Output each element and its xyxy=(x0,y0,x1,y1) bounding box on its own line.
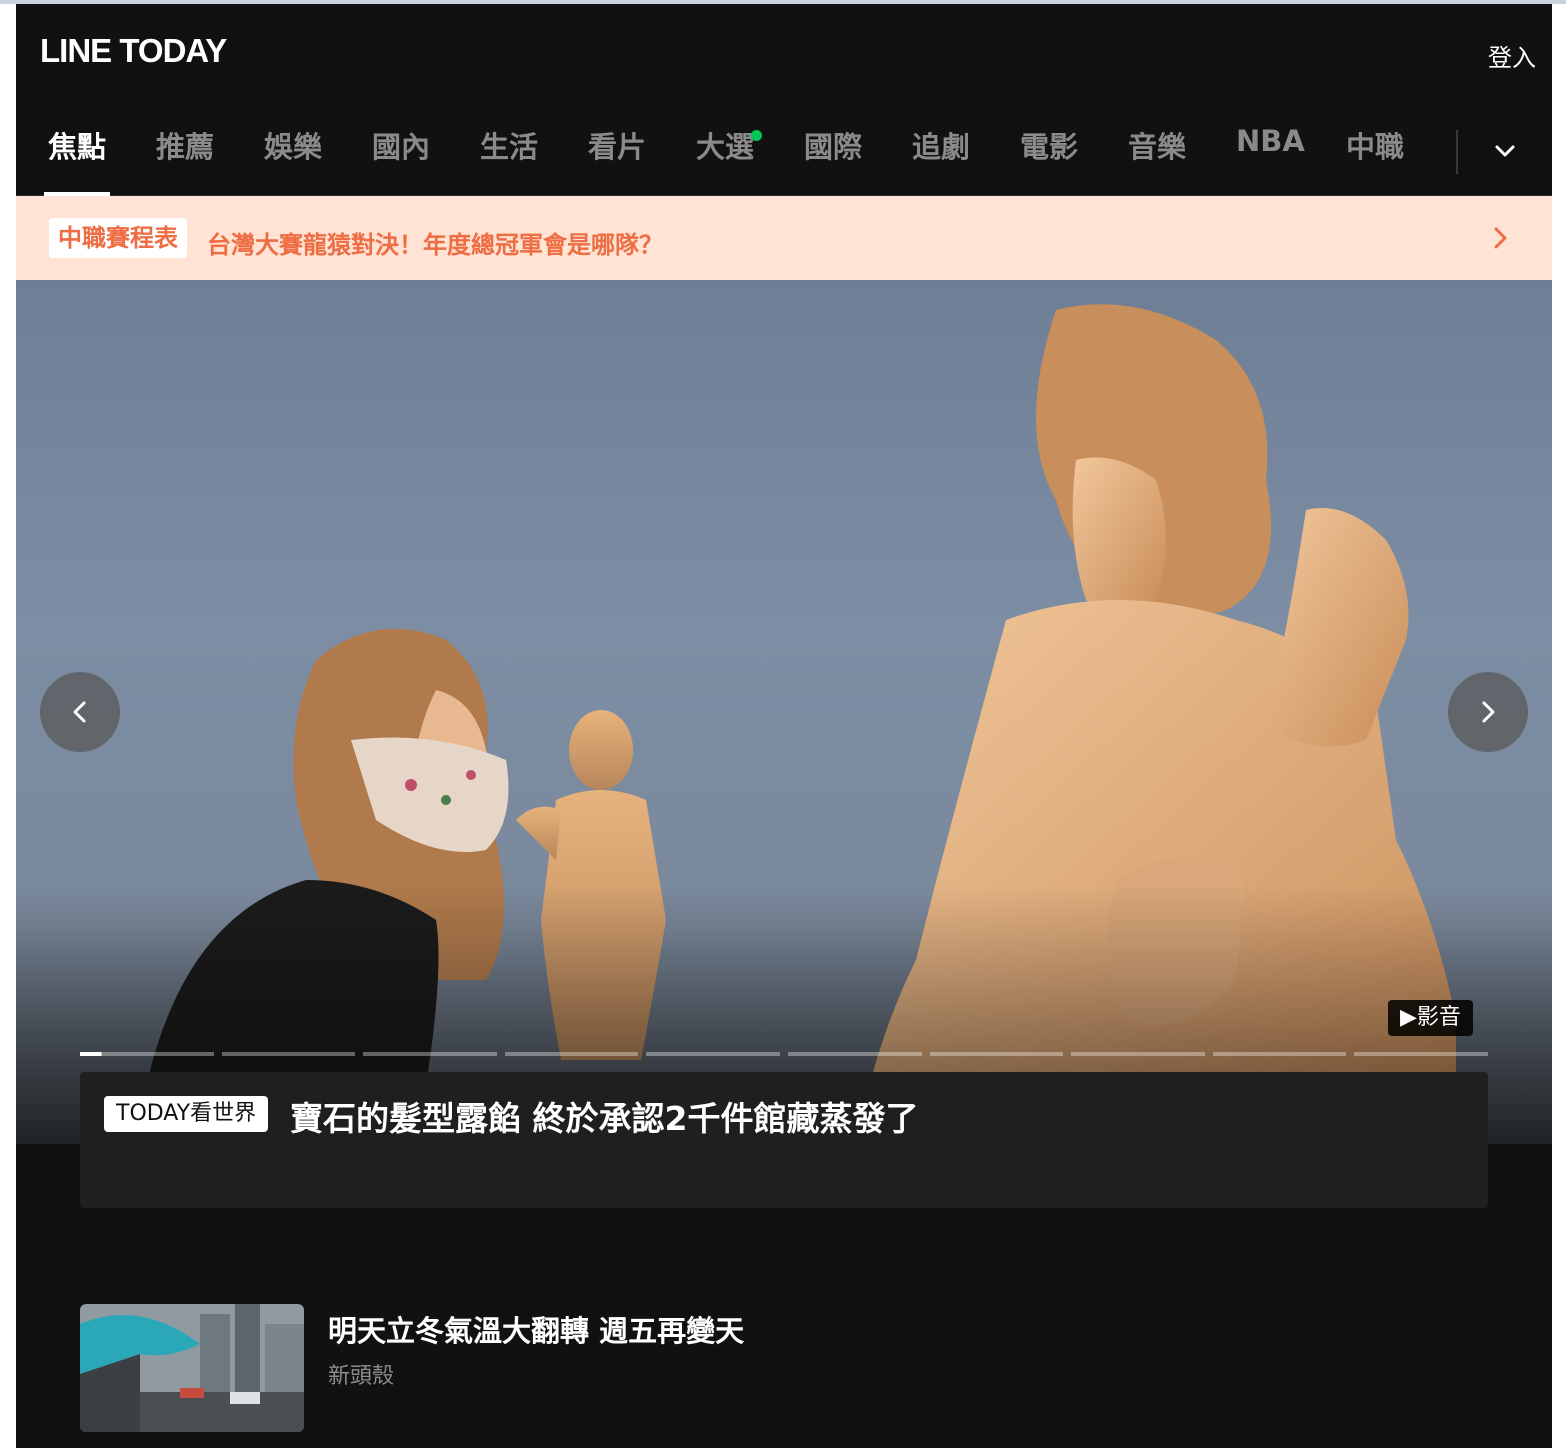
tab-movies[interactable]: 電影 xyxy=(1020,124,1078,196)
video-badge-label: 影音 xyxy=(1416,1005,1461,1030)
article-source: 新頭殼 xyxy=(328,1364,395,1389)
tab-focus[interactable]: 焦點 xyxy=(43,124,111,196)
tab-election-label: 大選 xyxy=(696,130,755,164)
line-today-logo[interactable]: LINE TODAY xyxy=(40,32,227,70)
banner-tag: 中職賽程表 xyxy=(49,218,187,258)
page: LINE TODAY 登入 焦點 推薦 娛樂 國內 生活 看片 大選 國際 追劇… xyxy=(16,4,1552,1448)
header: LINE TODAY 登入 xyxy=(16,4,1552,96)
tab-entertainment[interactable]: 娛樂 xyxy=(264,124,322,196)
page-margin-left xyxy=(0,4,16,1448)
tab-cpbl[interactable]: 中職 xyxy=(1346,124,1404,196)
tab-international[interactable]: 國際 xyxy=(804,124,862,196)
promo-banner[interactable]: 中職賽程表 台灣大賽龍猿對決！年度總冠軍會是哪隊？ xyxy=(16,196,1552,280)
tab-domestic[interactable]: 國內 xyxy=(372,124,430,196)
progress-segment[interactable] xyxy=(1071,1052,1205,1056)
tab-recommended[interactable]: 推薦 xyxy=(156,124,214,196)
hero-image xyxy=(16,280,1552,1144)
progress-segment[interactable] xyxy=(221,1052,356,1056)
article-title[interactable]: 明天立冬氣溫大翻轉 週五再變天 xyxy=(328,1308,744,1350)
headline-tag: TODAY看世界 xyxy=(104,1096,269,1132)
progress-segment[interactable] xyxy=(929,1052,1064,1056)
tab-life[interactable]: 生活 xyxy=(480,124,538,196)
new-indicator-dot xyxy=(751,130,763,141)
tab-nba[interactable]: NBA xyxy=(1236,124,1305,196)
play-icon: ▶ xyxy=(1400,1005,1417,1030)
page-margin-right xyxy=(1552,4,1566,1448)
progress-segment[interactable] xyxy=(80,1052,214,1056)
chevron-down-icon[interactable] xyxy=(1492,138,1518,164)
progress-segment[interactable] xyxy=(1212,1052,1347,1056)
progress-segment[interactable] xyxy=(1354,1052,1488,1056)
article-thumbnail-image xyxy=(80,1304,304,1432)
tab-videos[interactable]: 看片 xyxy=(588,124,646,196)
carousel-progress xyxy=(80,1052,1488,1056)
chevron-left-icon xyxy=(73,701,86,723)
tab-election[interactable]: 大選 xyxy=(696,124,763,196)
carousel-next-button[interactable] xyxy=(1448,672,1528,752)
chevron-right-icon[interactable] xyxy=(1492,226,1510,250)
progress-segment[interactable] xyxy=(646,1052,780,1056)
progress-segment[interactable] xyxy=(504,1052,639,1056)
hero-carousel[interactable]: ▶影音 xyxy=(16,280,1552,1144)
login-link[interactable]: 登入 xyxy=(1488,38,1536,73)
chevron-right-icon xyxy=(1482,701,1495,723)
category-nav: 焦點 推薦 娛樂 國內 生活 看片 大選 國際 追劇 電影 音樂 NBA 中職 xyxy=(16,96,1552,196)
banner-text: 台灣大賽龍猿對決！年度總冠軍會是哪隊？ xyxy=(207,231,663,259)
article-thumbnail[interactable] xyxy=(80,1304,304,1432)
headline-card[interactable]: TODAY看世界 寶石的髮型露餡 終於承認2千件館藏蒸發了 xyxy=(80,1072,1488,1208)
progress-segment[interactable] xyxy=(363,1052,497,1056)
nav-divider xyxy=(1456,130,1458,174)
carousel-prev-button[interactable] xyxy=(40,672,120,752)
progress-segment[interactable] xyxy=(787,1052,922,1056)
headline-title[interactable]: 寶石的髮型露餡 終於承認2千件館藏蒸發了 xyxy=(290,1092,918,1140)
video-badge: ▶影音 xyxy=(1388,1000,1473,1036)
tab-music[interactable]: 音樂 xyxy=(1128,124,1186,196)
tab-dramas[interactable]: 追劇 xyxy=(912,124,970,196)
